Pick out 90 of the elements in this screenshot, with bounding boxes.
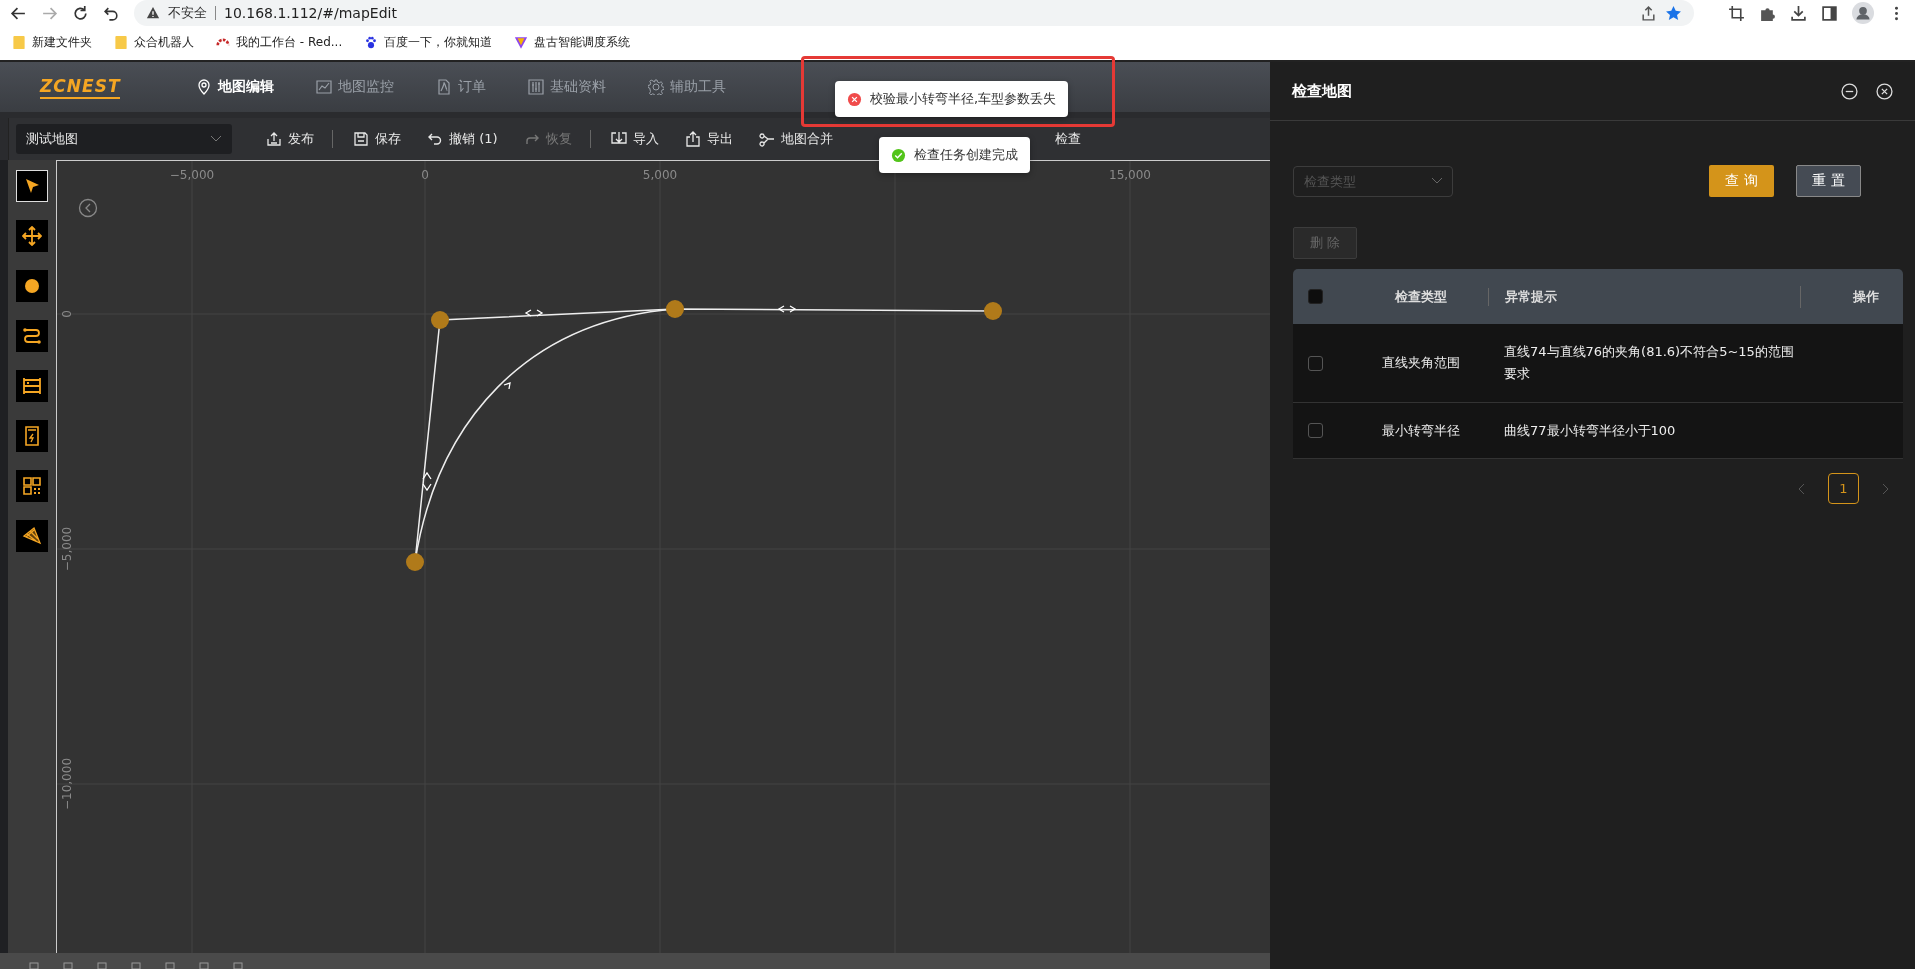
grid-icon [22,476,42,496]
axis-label: 15,000 [1109,168,1151,182]
route-icon [22,326,42,346]
import-icon [610,131,627,147]
tool-button[interactable] [16,320,48,352]
success-icon [891,147,906,163]
gear-icon [648,79,665,95]
arc-icon [216,37,230,47]
toolbar-button[interactable]: 导出 [684,130,733,148]
toolbar-button[interactable]: 地图合并 [758,130,833,148]
toolbar-button[interactable]: 保存 [353,130,401,148]
rack-icon [22,376,42,396]
tool-button[interactable] [16,420,48,452]
bookmark[interactable]: 我的工作台 - Red... [216,33,343,51]
crop-icon[interactable] [1728,4,1745,22]
download-icon[interactable] [1790,4,1807,22]
warning-icon [146,6,160,20]
map-select[interactable]: 测试地图 [16,124,232,154]
tool-button[interactable] [16,170,48,202]
axis-label: 5,000 [642,168,678,182]
v-logo-icon [514,34,529,50]
column-header: 操作 [1852,287,1880,306]
column-header: 检查类型 [1353,287,1489,306]
nav-tab[interactable]: 地图编辑 [196,78,275,96]
tool-button[interactable] [16,220,48,252]
address-bar[interactable]: 不安全 10.168.1.112/#/mapEdit [134,0,1694,26]
tool-button[interactable] [16,270,48,302]
toolbar-button[interactable]: 发布 [266,130,333,148]
error-icon [847,91,862,107]
checkbox[interactable] [1308,423,1323,438]
bookmark[interactable]: 新建文件夹 [12,33,92,51]
move-icon [22,226,42,246]
toolbar-button[interactable]: 导入 [610,130,659,148]
url-text: 10.168.1.112/#/mapEdit [224,5,397,21]
back-circle-icon[interactable] [78,198,98,218]
bookmark[interactable]: 百度一下，你就知道 [364,33,493,51]
export-icon [684,131,701,147]
publish-icon [266,131,282,147]
save-icon [353,131,369,147]
logo: ZCNEST [40,75,121,99]
toast: 校验最小转弯半径,车型参数丢失 [835,81,1069,117]
close-icon[interactable] [1876,82,1893,100]
tool-button[interactable] [16,520,48,552]
security-label: 不安全 [168,4,207,22]
table-cell-text: 直线夹角范围 [1380,354,1461,372]
tool-button[interactable] [16,370,48,402]
avatar-icon[interactable] [1852,2,1874,24]
share-icon[interactable] [1640,4,1657,22]
nav-tab[interactable]: 辅助工具 [648,78,727,96]
table-cell-text: 最小转弯半径 [1380,421,1461,440]
reset-button[interactable]: 重 置 [1796,165,1861,197]
merge-icon [758,131,775,147]
nav-tab[interactable]: 订单 [436,78,487,96]
checkbox[interactable] [1308,355,1323,371]
nav-tab[interactable]: 地图监控 [316,78,395,96]
checkbox[interactable] [1308,289,1323,304]
star-icon[interactable] [1665,4,1682,22]
folder-icon [114,34,128,50]
bookmark[interactable]: 众合机器人 [114,33,194,51]
axis-label: 0 [60,310,74,318]
sliders-icon [528,79,545,95]
reload-icon[interactable] [72,4,89,22]
axis-label: −5,000 [169,168,215,182]
tool-button[interactable] [16,470,48,502]
charger-icon [22,426,42,446]
axis-label: 0 [421,168,429,182]
document-icon [436,79,453,95]
page-button[interactable]: 1 [1828,473,1859,504]
chevron-icon [210,135,222,143]
paw-icon [364,34,379,50]
axis-label: −5,000 [60,526,74,572]
chevron-icon [1431,176,1443,185]
minimize-icon[interactable] [1841,82,1858,100]
folder-icon [12,34,26,50]
area-icon [22,526,42,546]
column-header: 异常提示 [1489,285,1801,308]
pin-icon [196,79,213,95]
nav-tab[interactable]: 基础资料 [528,78,607,96]
undo-icon [427,131,443,147]
axis-label: −10,000 [60,758,74,810]
dot-icon [22,276,42,296]
panel-title: 检查地图 [1292,81,1352,101]
toolbar-button[interactable]: 撤销 (1) [427,130,498,148]
bookmark[interactable]: 盘古智能调度系统 [514,33,631,51]
table-cell-text: 直线74与直线76的夹角(81.6)不符合5~15的范围要求 [1503,343,1795,383]
toast: 检查任务创建完成 [879,137,1030,173]
toolbar-button[interactable]: 检查 [1054,130,1081,148]
table-cell-text: 曲线77最小转弯半径小于100 [1503,421,1677,440]
sidebar-icon[interactable] [1821,4,1838,22]
chart-icon [316,79,333,95]
